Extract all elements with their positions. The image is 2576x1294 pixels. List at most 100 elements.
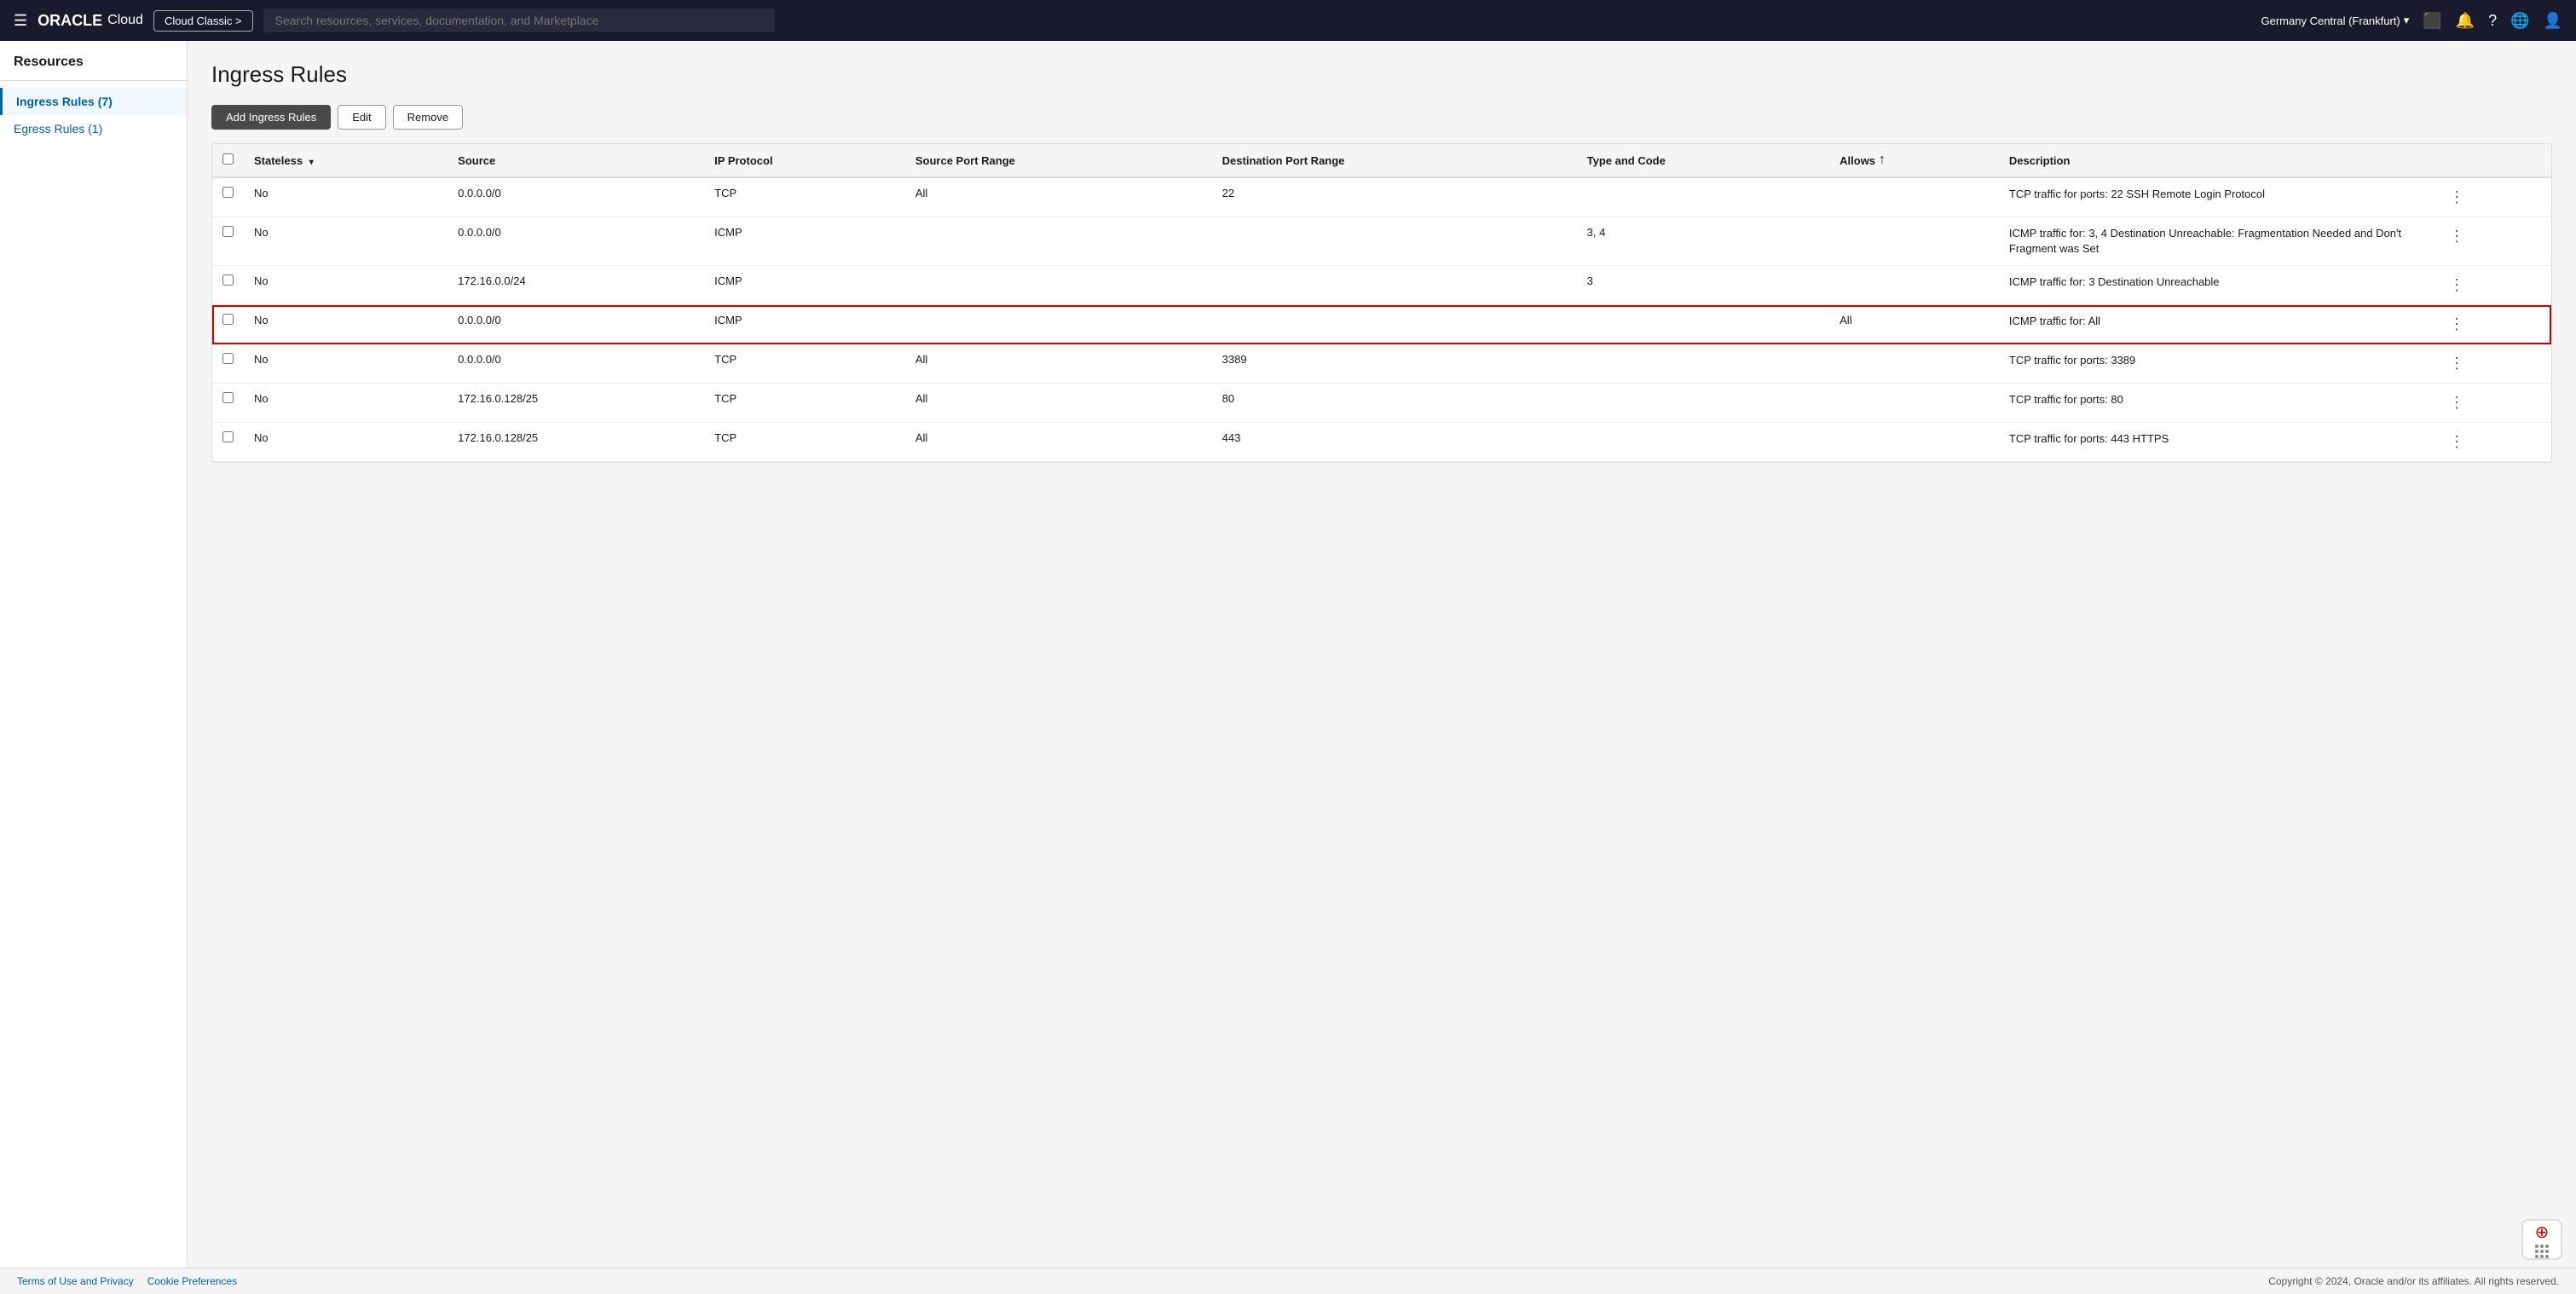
actions-cell: ⋮ (2434, 305, 2551, 344)
cookie-preferences-link[interactable]: Cookie Preferences (147, 1275, 237, 1287)
table-row: No 0.0.0.0/0 TCP All 22 TCP traffic for … (212, 177, 2551, 217)
row-actions-menu-button-4[interactable]: ⋮ (2444, 314, 2469, 335)
cloud-classic-button[interactable]: Cloud Classic > (153, 10, 253, 32)
top-navigation: ☰ ORACLE Cloud Cloud Classic > Germany C… (0, 0, 2576, 41)
type-and-code-cell (1577, 423, 1830, 462)
row-checkbox-1[interactable] (222, 187, 234, 198)
row-checkbox-2[interactable] (222, 226, 234, 237)
destination-port-range-column-header: Destination Port Range (1212, 144, 1577, 177)
description-cell: TCP traffic for ports: 443 HTTPS (1999, 423, 2434, 462)
dot-6 (2545, 1250, 2549, 1253)
ip-protocol-cell: ICMP (704, 305, 905, 344)
globe-icon[interactable]: 🌐 (2510, 12, 2529, 30)
stateless-cell: No (244, 266, 448, 305)
terms-of-use-link[interactable]: Terms of Use and Privacy (17, 1275, 134, 1287)
row-actions-menu-button-1[interactable]: ⋮ (2444, 187, 2469, 208)
footer-links: Terms of Use and Privacy Cookie Preferen… (17, 1275, 237, 1287)
select-all-checkbox[interactable] (222, 153, 234, 165)
description-cell: ICMP traffic for: 3 Destination Unreacha… (1999, 266, 2434, 305)
actions-cell: ⋮ (2434, 177, 2551, 217)
allows-cell (1829, 266, 1999, 305)
row-checkbox-3[interactable] (222, 274, 234, 286)
ip-protocol-cell: TCP (704, 423, 905, 462)
ip-protocol-cell: TCP (704, 344, 905, 384)
source-cell: 172.16.0.128/25 (448, 423, 704, 462)
description-cell: TCP traffic for ports: 3389 (1999, 344, 2434, 384)
terminal-icon[interactable]: ⬛ (2423, 12, 2441, 30)
source-port-range-cell: All (905, 177, 1212, 217)
description-cell: TCP traffic for ports: 22 SSH Remote Log… (1999, 177, 2434, 217)
nav-right-section: Germany Central (Frankfurt) ▾ ⬛ 🔔 ? 🌐 👤 (2261, 12, 2563, 30)
page-title: Ingress Rules (211, 61, 2552, 88)
stateless-cell: No (244, 423, 448, 462)
allows-cell (1829, 384, 1999, 423)
row-actions-menu-button-3[interactable]: ⋮ (2444, 274, 2469, 296)
type-and-code-cell (1577, 177, 1830, 217)
chevron-down-icon: ▾ (2404, 14, 2410, 27)
table-row: No 0.0.0.0/0 ICMP 3, 4 ICMP traffic for:… (212, 217, 2551, 266)
dot-2 (2540, 1245, 2544, 1248)
source-cell: 172.16.0.0/24 (448, 266, 704, 305)
bell-icon[interactable]: 🔔 (2456, 12, 2475, 30)
row-checkbox-7[interactable] (222, 431, 234, 442)
type-and-code-cell (1577, 344, 1830, 384)
source-cell: 0.0.0.0/0 (448, 217, 704, 266)
select-all-header (212, 144, 244, 177)
help-widget[interactable]: ⊕ (2521, 1219, 2562, 1260)
help-icon[interactable]: ? (2488, 12, 2497, 30)
stateless-column-header[interactable]: Stateless ▾ (244, 144, 448, 177)
description-cell: TCP traffic for ports: 80 (1999, 384, 2434, 423)
destination-port-range-cell: 443 (1212, 423, 1577, 462)
ip-protocol-cell: ICMP (704, 266, 905, 305)
type-and-code-cell: 3, 4 (1577, 217, 1830, 266)
source-port-range-cell (905, 217, 1212, 266)
row-checkbox-4[interactable] (222, 314, 234, 325)
row-checkbox-cell (212, 266, 244, 305)
destination-port-range-cell: 22 (1212, 177, 1577, 217)
row-actions-menu-button-5[interactable]: ⋮ (2444, 353, 2469, 374)
ip-protocol-cell: ICMP (704, 217, 905, 266)
edit-button[interactable]: Edit (338, 105, 385, 130)
hamburger-menu-icon[interactable]: ☰ (14, 12, 27, 30)
actions-column-header (2434, 144, 2551, 177)
row-checkbox-cell (212, 423, 244, 462)
add-ingress-rules-button[interactable]: Add Ingress Rules (211, 105, 331, 130)
region-label: Germany Central (Frankfurt) (2261, 14, 2400, 27)
user-avatar-icon[interactable]: 👤 (2544, 12, 2562, 30)
actions-cell: ⋮ (2434, 344, 2551, 384)
search-input[interactable] (263, 9, 775, 32)
source-port-range-header-label: Source Port Range (915, 154, 1015, 167)
type-and-code-cell (1577, 384, 1830, 423)
row-checkbox-5[interactable] (222, 353, 234, 364)
row-checkbox-cell (212, 217, 244, 266)
description-column-header: Description (1999, 144, 2434, 177)
oracle-brand-text: ORACLE (38, 12, 102, 30)
destination-port-range-cell (1212, 266, 1577, 305)
source-port-range-column-header: Source Port Range (905, 144, 1212, 177)
sidebar-item-ingress-rules[interactable]: Ingress Rules (7) (0, 88, 187, 115)
allows-cell (1829, 423, 1999, 462)
region-selector[interactable]: Germany Central (Frankfurt) ▾ (2261, 14, 2410, 27)
stateless-cell: No (244, 217, 448, 266)
toolbar: Add Ingress Rules Edit Remove (211, 105, 2552, 130)
dot-3 (2545, 1245, 2549, 1248)
source-cell: 0.0.0.0/0 (448, 305, 704, 344)
type-and-code-cell (1577, 305, 1830, 344)
row-actions-menu-button-7[interactable]: ⋮ (2444, 431, 2469, 453)
table-body: No 0.0.0.0/0 TCP All 22 TCP traffic for … (212, 177, 2551, 462)
sidebar-item-label: Egress Rules (1) (14, 122, 102, 136)
page-footer: Terms of Use and Privacy Cookie Preferen… (0, 1268, 2576, 1294)
dot-9 (2545, 1255, 2549, 1258)
row-actions-menu-button-6[interactable]: ⋮ (2444, 392, 2469, 413)
table-row: No 0.0.0.0/0 TCP All 3389 TCP traffic fo… (212, 344, 2551, 384)
stateless-cell: No (244, 384, 448, 423)
row-actions-menu-button-2[interactable]: ⋮ (2444, 226, 2469, 247)
remove-button[interactable]: Remove (393, 105, 463, 130)
source-header-label: Source (458, 154, 495, 167)
type-and-code-cell: 3 (1577, 266, 1830, 305)
dot-7 (2535, 1255, 2538, 1258)
row-checkbox-cell (212, 305, 244, 344)
sidebar-item-egress-rules[interactable]: Egress Rules (1) (0, 115, 187, 142)
actions-cell: ⋮ (2434, 423, 2551, 462)
row-checkbox-6[interactable] (222, 392, 234, 403)
